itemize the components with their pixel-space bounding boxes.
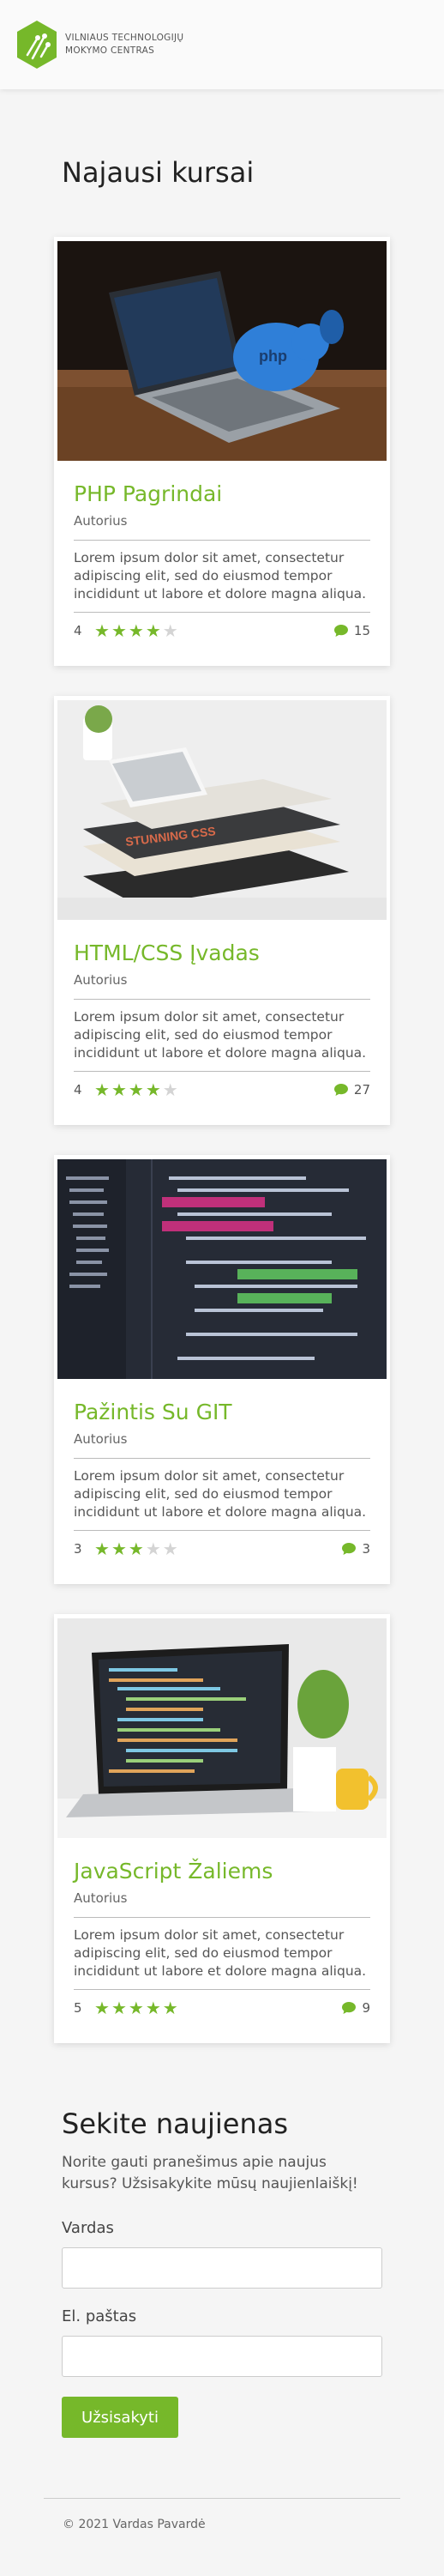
star-filled-icon: ★ xyxy=(94,1079,110,1100)
logo-line-1: VILNIAUS TECHNOLOGIJŲ xyxy=(65,33,184,43)
rating-value: 4 xyxy=(74,623,82,638)
newsletter-section: Sekite naujienas Norite gauti pranešimus… xyxy=(62,2107,382,2438)
newsletter-title: Sekite naujienas xyxy=(62,2107,289,2140)
site-footer: © 2021 Vardas Pavardė xyxy=(44,2498,400,2549)
course-author: Autorius xyxy=(74,972,128,988)
star-filled-icon: ★ xyxy=(128,620,144,641)
course-image[interactable] xyxy=(57,1618,387,1838)
comment-count[interactable]: 15 xyxy=(333,623,370,638)
comment-icon xyxy=(333,1084,348,1096)
comment-count[interactable]: 27 xyxy=(333,1082,370,1098)
name-label: Vardas xyxy=(62,2219,114,2237)
comment-count[interactable]: 3 xyxy=(341,1541,370,1557)
course-title[interactable]: PHP Pagrindai xyxy=(74,481,222,506)
comment-count[interactable]: 9 xyxy=(341,2000,370,2016)
course-title[interactable]: Pažintis Su GIT xyxy=(74,1400,232,1424)
course-card[interactable]: STUNNING CSS HTML/CSS Įvadas Autorius Lo… xyxy=(54,696,390,1125)
email-label: El. paštas xyxy=(62,2307,137,2325)
star-filled-icon: ★ xyxy=(94,1998,110,2018)
star-rating: ★ ★ ★ ★ ★ xyxy=(94,1081,178,1098)
course-image[interactable]: php xyxy=(57,241,387,461)
star-filled-icon: ★ xyxy=(111,1539,127,1559)
course-title[interactable]: HTML/CSS Įvadas xyxy=(74,940,260,965)
star-filled-icon: ★ xyxy=(128,1079,144,1100)
course-meta: 5 ★ ★ ★ ★ ★ 9 xyxy=(74,1998,370,2018)
site-header: VILNIAUS TECHNOLOGIJŲ MOKYMO CENTRAS xyxy=(0,0,444,89)
logo[interactable]: VILNIAUS TECHNOLOGIJŲ MOKYMO CENTRAS xyxy=(15,19,183,70)
logo-line-2: MOKYMO CENTRAS xyxy=(65,45,155,56)
course-description: Lorem ipsum dolor sit amet, consectetur … xyxy=(74,1468,367,1520)
divider xyxy=(74,1989,370,1990)
comment-icon xyxy=(342,1543,357,1555)
course-meta: 4 ★ ★ ★ ★ ★ 27 xyxy=(74,1079,370,1100)
divider xyxy=(74,1530,370,1531)
divider xyxy=(74,1458,370,1459)
star-rating: ★ ★ ★ ★ ★ xyxy=(94,1999,178,2017)
star-filled-icon: ★ xyxy=(111,1079,127,1100)
svg-text:php: php xyxy=(259,348,287,365)
course-author: Autorius xyxy=(74,1890,128,1906)
rating-value: 3 xyxy=(74,1541,82,1557)
rating-value: 5 xyxy=(74,2000,82,2016)
course-image[interactable] xyxy=(57,1159,387,1379)
comment-icon xyxy=(333,625,348,637)
logo-text: VILNIAUS TECHNOLOGIJŲ MOKYMO CENTRAS xyxy=(65,32,183,57)
divider xyxy=(74,540,370,541)
star-empty-icon: ★ xyxy=(162,1539,178,1559)
course-card[interactable]: Pažintis Su GIT Autorius Lorem ipsum dol… xyxy=(54,1155,390,1584)
courses-section-title: Najausi kursai xyxy=(62,156,255,189)
course-description: Lorem ipsum dolor sit amet, consectetur … xyxy=(74,1927,367,1979)
star-filled-icon: ★ xyxy=(128,1539,144,1559)
course-card[interactable]: php PHP Pagrindai Autorius Lorem ipsum d… xyxy=(54,237,390,666)
email-input[interactable] xyxy=(62,2336,382,2377)
star-filled-icon: ★ xyxy=(145,1079,161,1100)
divider xyxy=(74,1071,370,1072)
newsletter-text: Norite gauti pranešimus apie naujus kurs… xyxy=(62,2154,358,2192)
course-description: Lorem ipsum dolor sit amet, consectetur … xyxy=(74,1009,367,1061)
course-meta: 4 ★ ★ ★ ★ ★ 15 xyxy=(74,620,370,641)
star-rating: ★ ★ ★ ★ ★ xyxy=(94,1540,178,1557)
comment-count-value: 3 xyxy=(362,1541,370,1557)
comment-icon xyxy=(342,2002,357,2014)
course-image[interactable]: STUNNING CSS xyxy=(57,700,387,920)
subscribe-button[interactable]: Užsisakyti xyxy=(62,2397,178,2438)
course-author: Autorius xyxy=(74,1431,128,1447)
star-filled-icon: ★ xyxy=(145,1998,161,2018)
divider xyxy=(74,612,370,613)
course-author: Autorius xyxy=(74,513,128,529)
copyright-text: © 2021 Vardas Pavardė xyxy=(63,2518,206,2531)
divider xyxy=(74,1917,370,1918)
star-rating: ★ ★ ★ ★ ★ xyxy=(94,622,178,639)
star-filled-icon: ★ xyxy=(162,1998,178,2018)
course-card[interactable]: JavaScript Žaliems Autorius Lorem ipsum … xyxy=(54,1614,390,2043)
logo-hexagon-icon xyxy=(17,21,57,69)
star-filled-icon: ★ xyxy=(94,620,110,641)
comment-count-value: 9 xyxy=(362,2000,370,2016)
star-filled-icon: ★ xyxy=(111,620,127,641)
star-empty-icon: ★ xyxy=(162,620,178,641)
name-input[interactable] xyxy=(62,2247,382,2289)
course-title[interactable]: JavaScript Žaliems xyxy=(74,1859,273,1884)
comment-count-value: 27 xyxy=(353,1082,370,1098)
divider xyxy=(74,999,370,1000)
star-empty-icon: ★ xyxy=(145,1539,161,1559)
star-filled-icon: ★ xyxy=(111,1998,127,2018)
comment-count-value: 15 xyxy=(353,623,370,638)
star-filled-icon: ★ xyxy=(94,1539,110,1559)
course-list: php PHP Pagrindai Autorius Lorem ipsum d… xyxy=(0,237,444,2043)
course-meta: 3 ★ ★ ★ ★ ★ 3 xyxy=(74,1539,370,1559)
course-description: Lorem ipsum dolor sit amet, consectetur … xyxy=(74,550,367,602)
star-empty-icon: ★ xyxy=(162,1079,178,1100)
star-filled-icon: ★ xyxy=(128,1998,144,2018)
star-filled-icon: ★ xyxy=(145,620,161,641)
rating-value: 4 xyxy=(74,1082,82,1098)
